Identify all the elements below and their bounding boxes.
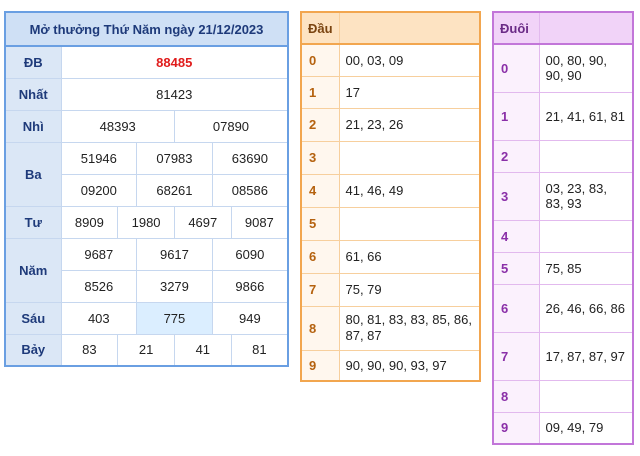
prize-value-nhi: 07890 [173, 109, 289, 143]
prize-label-sau: Sáu [4, 301, 62, 335]
duoi-values: 09, 49, 79 [538, 411, 634, 445]
dau-digit: 2 [300, 107, 340, 142]
duoi-values [538, 379, 634, 413]
duoi-header-blank [538, 11, 634, 45]
prize-value-sau: 403 [60, 301, 138, 335]
prize-label-nam: Năm [4, 237, 62, 303]
dau-header: Đầu [300, 11, 340, 45]
prize-value-bay: 81 [230, 333, 289, 367]
dau-values: 61, 66 [338, 239, 481, 274]
dau-values: 21, 23, 26 [338, 107, 481, 142]
prize-value-nam: 3279 [136, 269, 213, 303]
dau-values [338, 206, 481, 241]
dau-digit: 0 [300, 43, 340, 77]
dau-digit: 7 [300, 272, 340, 307]
prize-value-bay: 21 [117, 333, 175, 367]
prize-value-nam: 8526 [60, 269, 138, 303]
prize-value-nam: 6090 [211, 237, 289, 271]
prize-label-nhi: Nhì [4, 109, 62, 143]
prize-value-ba: 51946 [60, 141, 138, 175]
prize-label-nhat: Nhất [4, 77, 62, 111]
prize-value-nam: 9866 [211, 269, 289, 303]
prize-value-nam: 9617 [136, 237, 213, 271]
prize-value-nhi: 48393 [60, 109, 175, 143]
dau-digit: 5 [300, 206, 340, 241]
dau-digit: 9 [300, 349, 340, 382]
duoi-digit: 6 [492, 283, 540, 333]
result-title: Mở thưởng Thứ Năm ngày 21/12/2023 [4, 11, 289, 47]
prize-value-ba: 08586 [211, 173, 289, 207]
duoi-digit: 1 [492, 91, 540, 141]
prize-label-bay: Bảy [4, 333, 62, 367]
duoi-values [538, 139, 634, 173]
dau-digit: 1 [300, 75, 340, 109]
duoi-digit: 7 [492, 331, 540, 381]
prize-value-tu: 1980 [117, 205, 175, 239]
duoi-values: 75, 85 [538, 251, 634, 285]
dau-table: Đầu 0 00, 03, 09 1 17 2 21, 23, 26 3 4 41, 4… [300, 11, 481, 382]
duoi-digit: 2 [492, 139, 540, 173]
result-table: Mở thưởng Thứ Năm ngày 21/12/2023 ĐB 884… [4, 11, 289, 367]
prize-value-db: 88485 [60, 45, 289, 79]
prize-value-ba: 68261 [136, 173, 213, 207]
dau-digit: 6 [300, 239, 340, 274]
prize-label-db: ĐB [4, 45, 62, 79]
prize-value-tu: 4697 [173, 205, 232, 239]
duoi-values: 17, 87, 87, 97 [538, 331, 634, 381]
duoi-digit: 4 [492, 219, 540, 253]
duoi-values [538, 219, 634, 253]
dau-values: 41, 46, 49 [338, 173, 481, 208]
prize-label-ba: Ba [4, 141, 62, 207]
dau-digit: 8 [300, 305, 340, 351]
dau-digit: 3 [300, 140, 340, 175]
duoi-digit: 5 [492, 251, 540, 285]
duoi-digit: 9 [492, 411, 540, 445]
prize-label-tu: Tư [4, 205, 62, 239]
duoi-digit: 3 [492, 171, 540, 221]
prize-value-sau: 949 [211, 301, 289, 335]
duoi-table: Đuôi 0 00, 80, 90, 90, 90 1 21, 41, 61, 81… [492, 11, 634, 445]
prize-value-nhat: 81423 [60, 77, 289, 111]
duoi-values: 21, 41, 61, 81 [538, 91, 634, 141]
dau-values: 75, 79 [338, 272, 481, 307]
duoi-values: 03, 23, 83, 83, 93 [538, 171, 634, 221]
dau-values: 90, 90, 90, 93, 97 [338, 349, 481, 382]
prize-value-tu: 9087 [230, 205, 289, 239]
dau-values: 00, 03, 09 [338, 43, 481, 77]
dau-values: 80, 81, 83, 83, 85, 86, 87, 87 [338, 305, 481, 351]
duoi-values: 00, 80, 90, 90, 90 [538, 43, 634, 93]
prize-value-nam: 9687 [60, 237, 138, 271]
duoi-header: Đuôi [492, 11, 540, 45]
dau-header-blank [338, 11, 481, 45]
prize-value-ba: 09200 [60, 173, 138, 207]
prize-value-tu: 8909 [60, 205, 119, 239]
duoi-digit: 0 [492, 43, 540, 93]
prize-value-bay: 83 [60, 333, 119, 367]
prize-value-ba: 07983 [136, 141, 213, 175]
duoi-digit: 8 [492, 379, 540, 413]
duoi-values: 26, 46, 66, 86 [538, 283, 634, 333]
dau-values: 17 [338, 75, 481, 109]
prize-value-bay: 41 [173, 333, 232, 367]
dau-digit: 4 [300, 173, 340, 208]
prize-value-ba: 63690 [211, 141, 289, 175]
prize-value-sau: 775 [136, 301, 213, 335]
dau-values [338, 140, 481, 175]
